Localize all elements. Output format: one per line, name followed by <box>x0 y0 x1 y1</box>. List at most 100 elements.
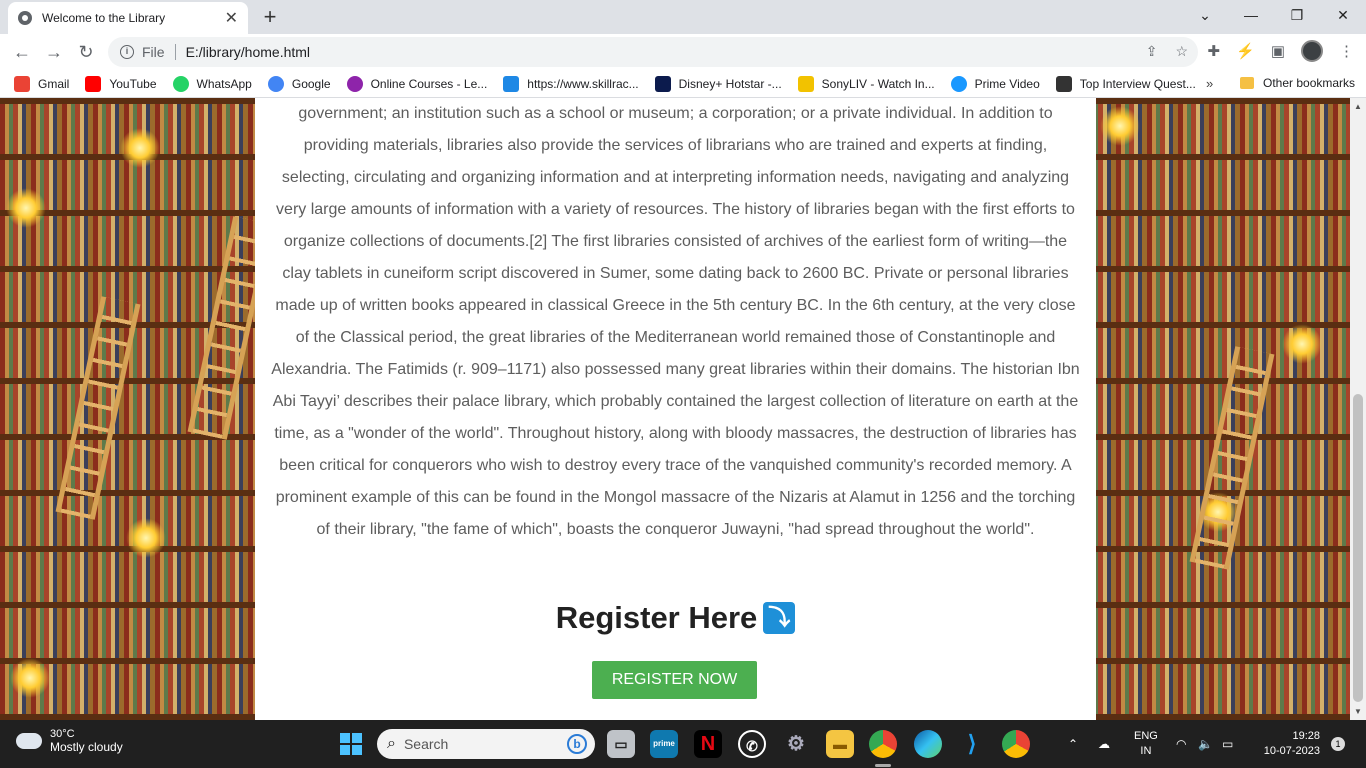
browser-toolbar: ← → ↻ i File E:/library/home.html ⇪ ☆ ✚ … <box>0 34 1366 70</box>
cloud-icon <box>12 727 42 749</box>
page-viewport: government; an institution such as a sch… <box>0 98 1350 720</box>
vscode-icon[interactable]: ⟩ <box>958 730 986 758</box>
scrollbar-thumb[interactable] <box>1353 394 1363 702</box>
weather-condition: Mostly cloudy <box>50 740 123 754</box>
gmail-icon <box>14 75 30 92</box>
skillrack-icon <box>503 75 520 92</box>
youtube-icon <box>85 75 102 92</box>
share-icon[interactable]: ⇪ <box>1146 43 1158 60</box>
system-clock[interactable]: 19:28 10-07-2023 <box>1254 729 1320 759</box>
candle-light <box>1282 324 1322 364</box>
prime-video-icon <box>950 75 967 92</box>
url-scheme: File <box>142 44 165 60</box>
register-heading: Register Here ⤵ <box>255 600 1096 636</box>
forward-arrow-icon[interactable]: → <box>38 42 70 63</box>
register-heading-text: Register Here <box>555 600 758 635</box>
url-text[interactable]: E:/library/home.html <box>186 44 310 60</box>
whatsapp-app-icon[interactable]: ✆ <box>738 730 766 758</box>
bookmark-gmail[interactable]: Gmail <box>14 75 69 92</box>
whatsapp-icon <box>172 75 189 92</box>
bookmark-interview[interactable]: Top Interview Quest... <box>1055 75 1196 92</box>
show-hidden-icons-chevron[interactable]: ⌃ <box>1068 720 1078 768</box>
tab-strip: Welcome to the Library ✕ + ⌄ — ❐ ✕ <box>0 0 1366 34</box>
back-arrow-icon[interactable]: ← <box>6 42 38 63</box>
clock-date: 10-07-2023 <box>1263 745 1320 757</box>
edge-icon[interactable] <box>914 730 942 758</box>
bookmark-star-icon[interactable]: ☆ <box>1175 43 1188 60</box>
volume-icon[interactable]: 🔈 <box>1198 720 1213 768</box>
bing-icon[interactable]: b <box>567 734 587 754</box>
register-now-button[interactable]: REGISTER NOW <box>592 661 757 699</box>
chrome-icon[interactable] <box>869 730 897 758</box>
settings-gear-icon[interactable]: ⚙ <box>782 730 810 758</box>
netflix-icon[interactable]: N <box>694 730 722 758</box>
hotstar-icon <box>654 75 671 92</box>
prime-video-app-icon[interactable]: prime <box>650 730 678 758</box>
folder-icon <box>1240 77 1254 89</box>
task-view-icon[interactable]: ▭ <box>607 730 635 758</box>
close-window-button[interactable]: ✕ <box>1320 0 1366 30</box>
tab-active[interactable]: Welcome to the Library ✕ <box>8 2 248 34</box>
bookmarks-more-chevron[interactable]: » <box>1206 76 1213 91</box>
onedrive-cloud-icon[interactable]: ☁ <box>1098 720 1110 768</box>
language-indicator[interactable]: ENG IN <box>1134 729 1158 759</box>
reload-icon[interactable]: ↻ <box>70 42 102 63</box>
bookmark-sonyliv[interactable]: SonyLIV - Watch In... <box>797 75 935 92</box>
page-scrollbar[interactable]: ▲ ▼ <box>1350 98 1366 720</box>
menu-kebab-icon[interactable]: ⋮ <box>1339 42 1354 60</box>
wifi-icon[interactable]: ◠ <box>1176 720 1186 768</box>
library-history-paragraph: government; an institution such as a sch… <box>271 105 1080 538</box>
bookmarks-bar: Gmail YouTube WhatsApp Google Online Cou… <box>0 70 1366 98</box>
bookmark-whatsapp[interactable]: WhatsApp <box>172 75 252 92</box>
ladder-image <box>1189 346 1275 570</box>
tab-search-chevron-icon[interactable]: ⌄ <box>1182 0 1228 30</box>
courses-icon <box>346 75 363 92</box>
side-panel-icon[interactable]: ▣ <box>1271 42 1285 60</box>
search-icon: ⌕ <box>387 735 396 752</box>
file-explorer-icon[interactable]: ▬ <box>826 730 854 758</box>
profile-avatar[interactable] <box>1301 40 1323 62</box>
weather-temperature: 30°C <box>50 728 75 740</box>
candle-light <box>1100 106 1140 146</box>
scroll-up-icon[interactable]: ▲ <box>1354 102 1362 111</box>
tab-title: Welcome to the Library <box>42 11 166 25</box>
google-icon <box>267 75 284 92</box>
windows-taskbar: 30°C Mostly cloudy ⌕ Search b ▭ prime N … <box>0 720 1366 768</box>
bookmark-skillrack[interactable]: https://www.skillrac... <box>503 75 639 92</box>
weather-widget[interactable]: 30°C Mostly cloudy <box>12 727 123 754</box>
windows-start-icon[interactable] <box>340 733 362 755</box>
url-divider <box>174 44 176 60</box>
notification-badge[interactable]: 1 <box>1331 737 1345 751</box>
taskbar-search[interactable]: ⌕ Search b <box>377 729 595 759</box>
maximize-button[interactable]: ❐ <box>1274 0 1320 30</box>
info-icon[interactable]: i <box>120 45 134 59</box>
extensions-puzzle-icon[interactable]: ✚ <box>1208 42 1221 60</box>
address-bar[interactable]: i File E:/library/home.html ⇪ ☆ <box>108 37 1198 67</box>
candle-light <box>6 188 46 228</box>
chrome-profile-icon[interactable] <box>1002 730 1030 758</box>
candle-light <box>126 518 166 558</box>
candle-light <box>10 658 50 698</box>
clock-time: 19:28 <box>1292 730 1320 742</box>
globe-icon <box>18 11 32 25</box>
active-app-indicator <box>875 764 891 767</box>
sonyliv-icon <box>797 75 814 92</box>
interview-icon <box>1055 75 1072 92</box>
main-content-panel: government; an institution such as a sch… <box>255 98 1096 720</box>
search-placeholder: Search <box>403 736 449 752</box>
tab-close-icon[interactable]: ✕ <box>225 8 238 28</box>
bookmark-hotstar[interactable]: Disney+ Hotstar -... <box>654 75 782 92</box>
new-tab-button[interactable]: + <box>258 4 282 30</box>
candle-light <box>120 128 160 168</box>
arrow-down-icon: ⤵ <box>763 602 796 634</box>
bookmark-online-courses[interactable]: Online Courses - Le... <box>346 75 487 92</box>
other-bookmarks[interactable]: Other bookmarks <box>1240 76 1355 90</box>
ladder-image <box>55 296 141 520</box>
scroll-down-icon[interactable]: ▼ <box>1354 707 1362 716</box>
minimize-button[interactable]: — <box>1228 0 1274 30</box>
bookmark-google[interactable]: Google <box>267 75 331 92</box>
performance-icon[interactable]: ⚡ <box>1236 42 1255 60</box>
battery-icon[interactable]: ▭ <box>1222 720 1233 768</box>
bookmark-prime-video[interactable]: Prime Video <box>950 75 1040 92</box>
bookmark-youtube[interactable]: YouTube <box>85 75 157 92</box>
